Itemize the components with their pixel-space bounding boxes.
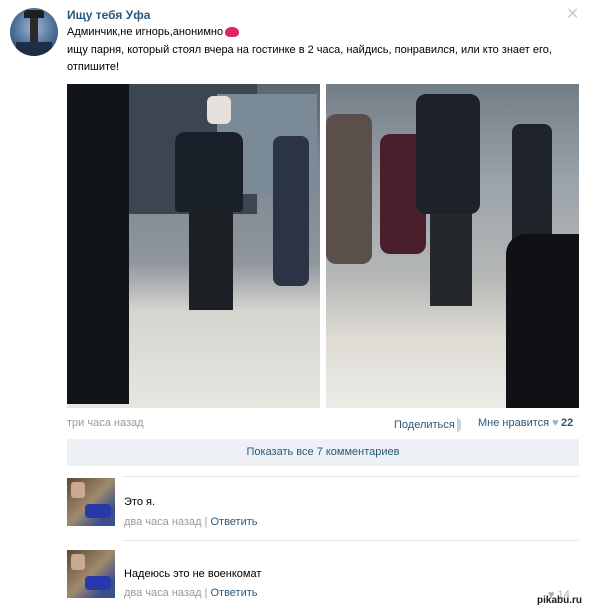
bystander-graphic [273, 136, 309, 286]
post-text-line-3: отпишите! [67, 61, 120, 73]
comment-time[interactable]: два часа назад [124, 587, 201, 599]
watermark: pikabu.ru [537, 595, 583, 606]
comment-text: Это я. [124, 496, 156, 508]
like-label: Мне нравится [478, 417, 550, 429]
comment-text: Надеюсь это не военкомат [124, 568, 262, 580]
avatar-base-graphic [16, 42, 52, 56]
tower-graphic [24, 10, 44, 44]
comment-time[interactable]: два часа назад [124, 516, 201, 528]
foreground-person-graphic [67, 84, 129, 404]
group-avatar[interactable] [10, 8, 58, 56]
person-jacket-graphic [175, 132, 243, 212]
reply-button[interactable]: Ответить [210, 516, 257, 528]
person-jacket-graphic [416, 94, 480, 214]
lips-emoji-icon [225, 27, 240, 38]
post-time[interactable]: три часа назад [67, 417, 144, 429]
share-button[interactable]: Поделиться [394, 417, 471, 433]
avatar-car-graphic [85, 576, 111, 590]
person-legs-graphic [430, 214, 472, 306]
post-text-line-1: Админчик,не игнорь,анонимно [67, 26, 240, 38]
post-text-1: Админчик,не игнорь,анонимно [67, 26, 224, 38]
foreground-bag-graphic [506, 234, 579, 408]
post-photo-1[interactable] [67, 84, 320, 408]
heart-icon: ♥ [552, 417, 559, 429]
person-head-graphic [207, 96, 231, 124]
comment-meta: два часа назад | Ответить [124, 587, 258, 599]
comment-meta: два часа назад | Ответить [124, 516, 258, 528]
comment-divider [123, 476, 579, 477]
woman-coat-graphic [326, 114, 372, 264]
person-legs-graphic [189, 210, 233, 310]
avatar-face-graphic [71, 482, 85, 498]
like-count[interactable]: 22 [561, 417, 573, 429]
share-label: Поделиться [394, 418, 455, 431]
like-button[interactable]: Мне нравится ♥ [478, 417, 559, 429]
avatar-car-graphic [85, 504, 111, 518]
comment-divider [123, 540, 579, 541]
share-icon [456, 417, 471, 433]
commenter-avatar[interactable] [67, 550, 115, 598]
post-text-line-2: ищу парня, который стоял вчера на гостин… [67, 44, 552, 56]
show-all-comments-button[interactable]: Показать все 7 комментариев [67, 439, 579, 466]
avatar-face-graphic [71, 554, 85, 570]
meta-separator: | [204, 516, 208, 528]
post-photo-2[interactable] [326, 84, 579, 408]
meta-separator: | [204, 587, 208, 599]
commenter-avatar[interactable] [67, 478, 115, 526]
reply-button[interactable]: Ответить [210, 587, 257, 599]
group-name-link[interactable]: Ищу тебя Уфа [67, 8, 150, 22]
close-icon[interactable]: ✕ [566, 4, 579, 24]
